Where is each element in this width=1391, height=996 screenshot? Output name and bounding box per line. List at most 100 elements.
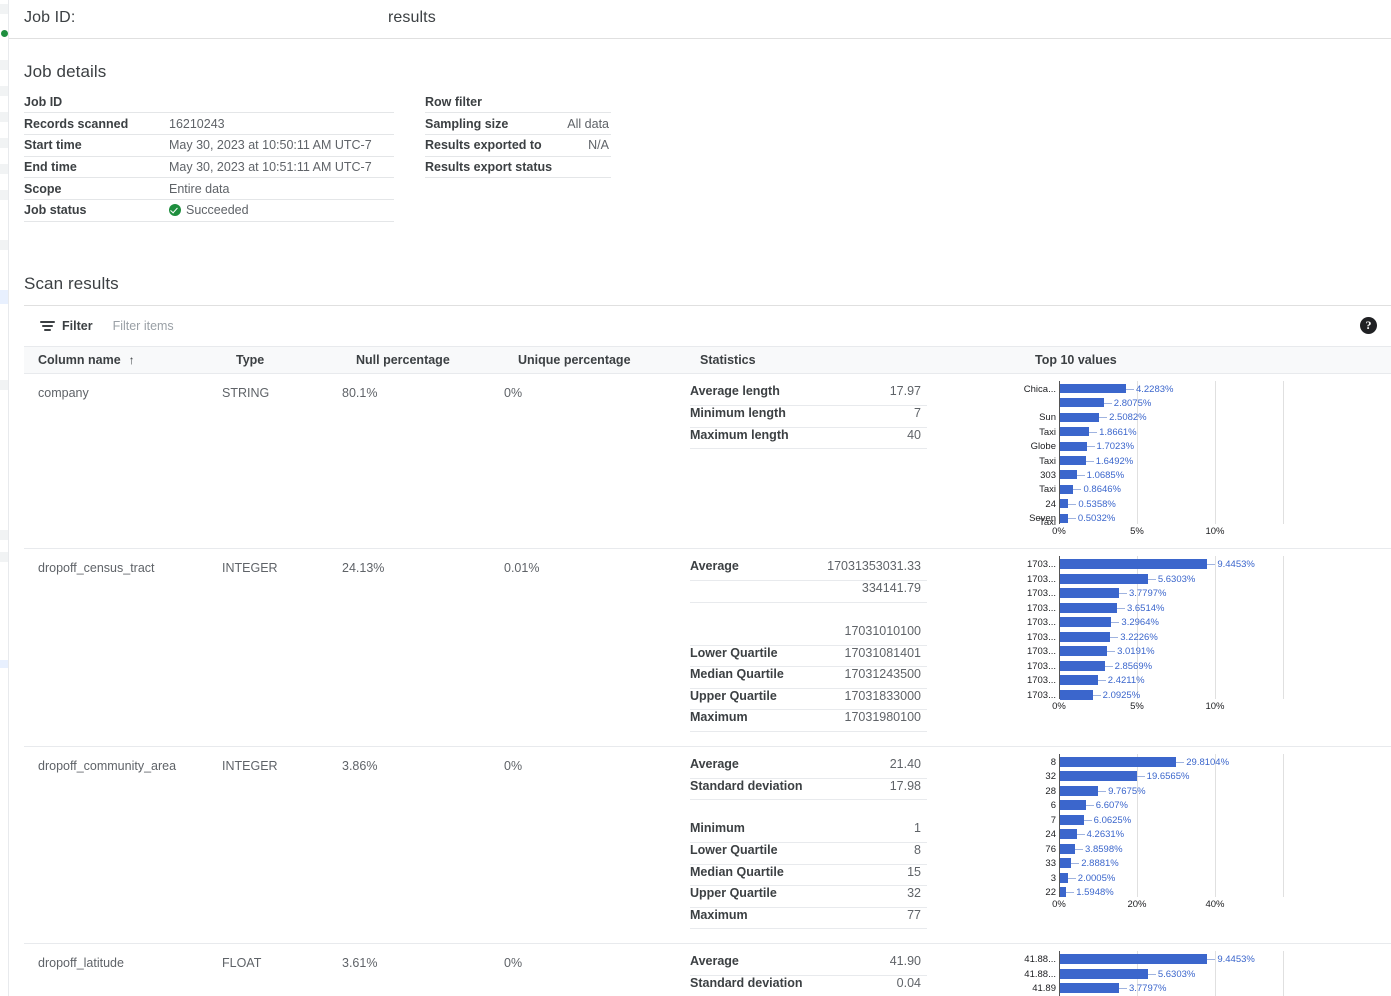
column-header-type[interactable]: Type: [222, 347, 342, 374]
chart-bar[interactable]: [1060, 858, 1071, 868]
chart-bar[interactable]: [1060, 757, 1176, 767]
chart-value-label: 2.4211%: [1108, 676, 1145, 686]
chart-gridline: [1283, 754, 1284, 897]
column-header-top-10-values[interactable]: Top 10 values: [1021, 347, 1391, 374]
rail-item[interactable]: [0, 660, 9, 668]
chart-bar[interactable]: [1060, 603, 1117, 613]
chart-bar[interactable]: [1060, 771, 1137, 781]
chart-leader-line: [1105, 666, 1113, 667]
chart-leader-line: [1148, 974, 1156, 975]
chart-bar[interactable]: [1060, 844, 1075, 854]
chart-bar[interactable]: [1060, 632, 1110, 642]
chart-value-label: 6.607%: [1096, 801, 1128, 811]
chart-bar[interactable]: [1060, 574, 1148, 584]
chart-value-label: 4.2283%: [1136, 385, 1174, 395]
chart-leader-line: [1148, 579, 1156, 580]
rail-item[interactable]: [0, 240, 9, 250]
chart-bar[interactable]: [1060, 800, 1086, 810]
column-header-unique-percentage[interactable]: Unique percentage: [504, 347, 686, 374]
table-row[interactable]: dropoff_latitudeFLOAT3.61%0%Average41.90…: [24, 944, 1391, 996]
chart-bar[interactable]: [1060, 413, 1099, 422]
filter-bar: Filter ?: [24, 306, 1391, 346]
chart-bar[interactable]: [1060, 485, 1073, 494]
chart-leader-line: [1207, 564, 1215, 565]
chart-bar[interactable]: [1060, 617, 1111, 627]
statistics-key: Median Quartile: [690, 667, 827, 689]
chart-bar[interactable]: [1060, 675, 1098, 685]
chart-plot-area: 9.4453%1703...5.6303%1703...3.7797%1703.…: [1021, 556, 1391, 699]
chart-bar[interactable]: [1060, 398, 1104, 407]
top-10-values-chart: 9.4453%1703...5.6303%1703...3.7797%1703.…: [1021, 556, 1391, 715]
chart-bar[interactable]: [1060, 442, 1087, 451]
chart-value-label: 3.2226%: [1120, 633, 1158, 643]
table-row[interactable]: companySTRING80.1%0%Average length17.97M…: [24, 374, 1391, 549]
chart-bar[interactable]: [1060, 470, 1077, 479]
top-10-values-chart: 4.2283%Chica...2.8075%2.5082%Sun1.8661%T…: [1021, 381, 1391, 540]
chart-leader-line: [1111, 622, 1119, 623]
column-header-statistics[interactable]: Statistics: [686, 347, 1021, 374]
chart-bar[interactable]: [1060, 588, 1119, 598]
chart-x-tick-label: 20%: [1127, 900, 1146, 910]
rail-item[interactable]: [0, 552, 9, 562]
column-header-column-name[interactable]: Column name↑: [24, 347, 222, 374]
chart-bar[interactable]: [1060, 690, 1093, 700]
chart-x-axis: 0%20%40%: [1021, 897, 1391, 911]
collapsed-sidebar-rail[interactable]: [0, 0, 9, 996]
rail-item[interactable]: [0, 190, 9, 200]
rail-item[interactable]: [0, 86, 9, 96]
statistics-key: Median Quartile: [690, 864, 836, 886]
chart-bar[interactable]: [1060, 661, 1105, 671]
chart-bar[interactable]: [1060, 873, 1068, 883]
chart-bar[interactable]: [1060, 559, 1207, 569]
rail-item[interactable]: [0, 530, 9, 540]
chart-gridline: [1215, 754, 1216, 897]
rail-item[interactable]: [0, 60, 9, 70]
chart-bar[interactable]: [1060, 786, 1098, 796]
chart-bar[interactable]: [1060, 514, 1068, 523]
statistics-key: [690, 602, 827, 624]
statistics-key: Maximum length: [690, 427, 836, 449]
chart-bar[interactable]: [1060, 499, 1068, 508]
chart-bar[interactable]: [1060, 829, 1077, 839]
chart-bar[interactable]: [1060, 384, 1126, 393]
table-row[interactable]: dropoff_census_tractINTEGER24.13%0.01%Av…: [24, 549, 1391, 747]
chart-bar[interactable]: [1060, 969, 1148, 979]
rail-item[interactable]: [0, 380, 9, 390]
chart-bar[interactable]: [1060, 456, 1086, 465]
chart-bar[interactable]: [1060, 954, 1207, 964]
rail-item[interactable]: [0, 112, 9, 122]
job-detail-row: ScopeEntire data: [24, 178, 394, 200]
chart-bar[interactable]: [1060, 427, 1089, 436]
chart-plot-area: 9.4453%41.88...5.6303%41.88...3.7797%41.…: [1021, 951, 1391, 996]
chart-value-label: 5.6303%: [1158, 575, 1196, 585]
rail-item-selected[interactable]: [0, 290, 9, 304]
filter-icon[interactable]: [40, 320, 55, 332]
chart-value-label: 0.8646%: [1083, 485, 1121, 495]
rail-item[interactable]: [0, 138, 9, 148]
filter-input[interactable]: [111, 318, 411, 334]
statistics-value: 17031243500: [827, 667, 927, 689]
chart-bar[interactable]: [1060, 646, 1107, 656]
top-10-values-chart: 9.4453%41.88...5.6303%41.88...3.7797%41.…: [1021, 951, 1391, 996]
help-icon[interactable]: ?: [1360, 317, 1377, 334]
chart-leader-line: [1119, 988, 1127, 989]
statistics-row: Average length17.97: [690, 384, 927, 406]
chart-value-label: 3.8598%: [1085, 845, 1123, 855]
top-bar: Job ID: results: [9, 0, 1391, 39]
rail-item[interactable]: [0, 164, 9, 174]
chart-value-label: 2.8075%: [1114, 399, 1152, 409]
cell-top-10-values: 9.4453%1703...5.6303%1703...3.7797%1703.…: [1021, 549, 1391, 747]
column-header-null-percentage[interactable]: Null percentage: [342, 347, 504, 374]
chart-bar[interactable]: [1060, 815, 1084, 825]
table-row[interactable]: dropoff_community_areaINTEGER3.86%0%Aver…: [24, 746, 1391, 944]
scan-results-heading: Scan results: [24, 274, 119, 294]
chart-bar[interactable]: [1060, 983, 1119, 993]
statistics-row: Maximum17031980100: [690, 710, 927, 732]
chart-x-tick-label: 10%: [1205, 527, 1224, 537]
chart-value-label: 0.5358%: [1078, 500, 1116, 510]
cell-type: INTEGER: [222, 549, 342, 747]
statistics-row: Standard deviation0.04: [690, 976, 927, 996]
chart-category-label: Taxi: [1021, 457, 1056, 467]
job-detail-value: Succeeded: [169, 199, 394, 221]
rail-item[interactable]: [0, 4, 9, 14]
